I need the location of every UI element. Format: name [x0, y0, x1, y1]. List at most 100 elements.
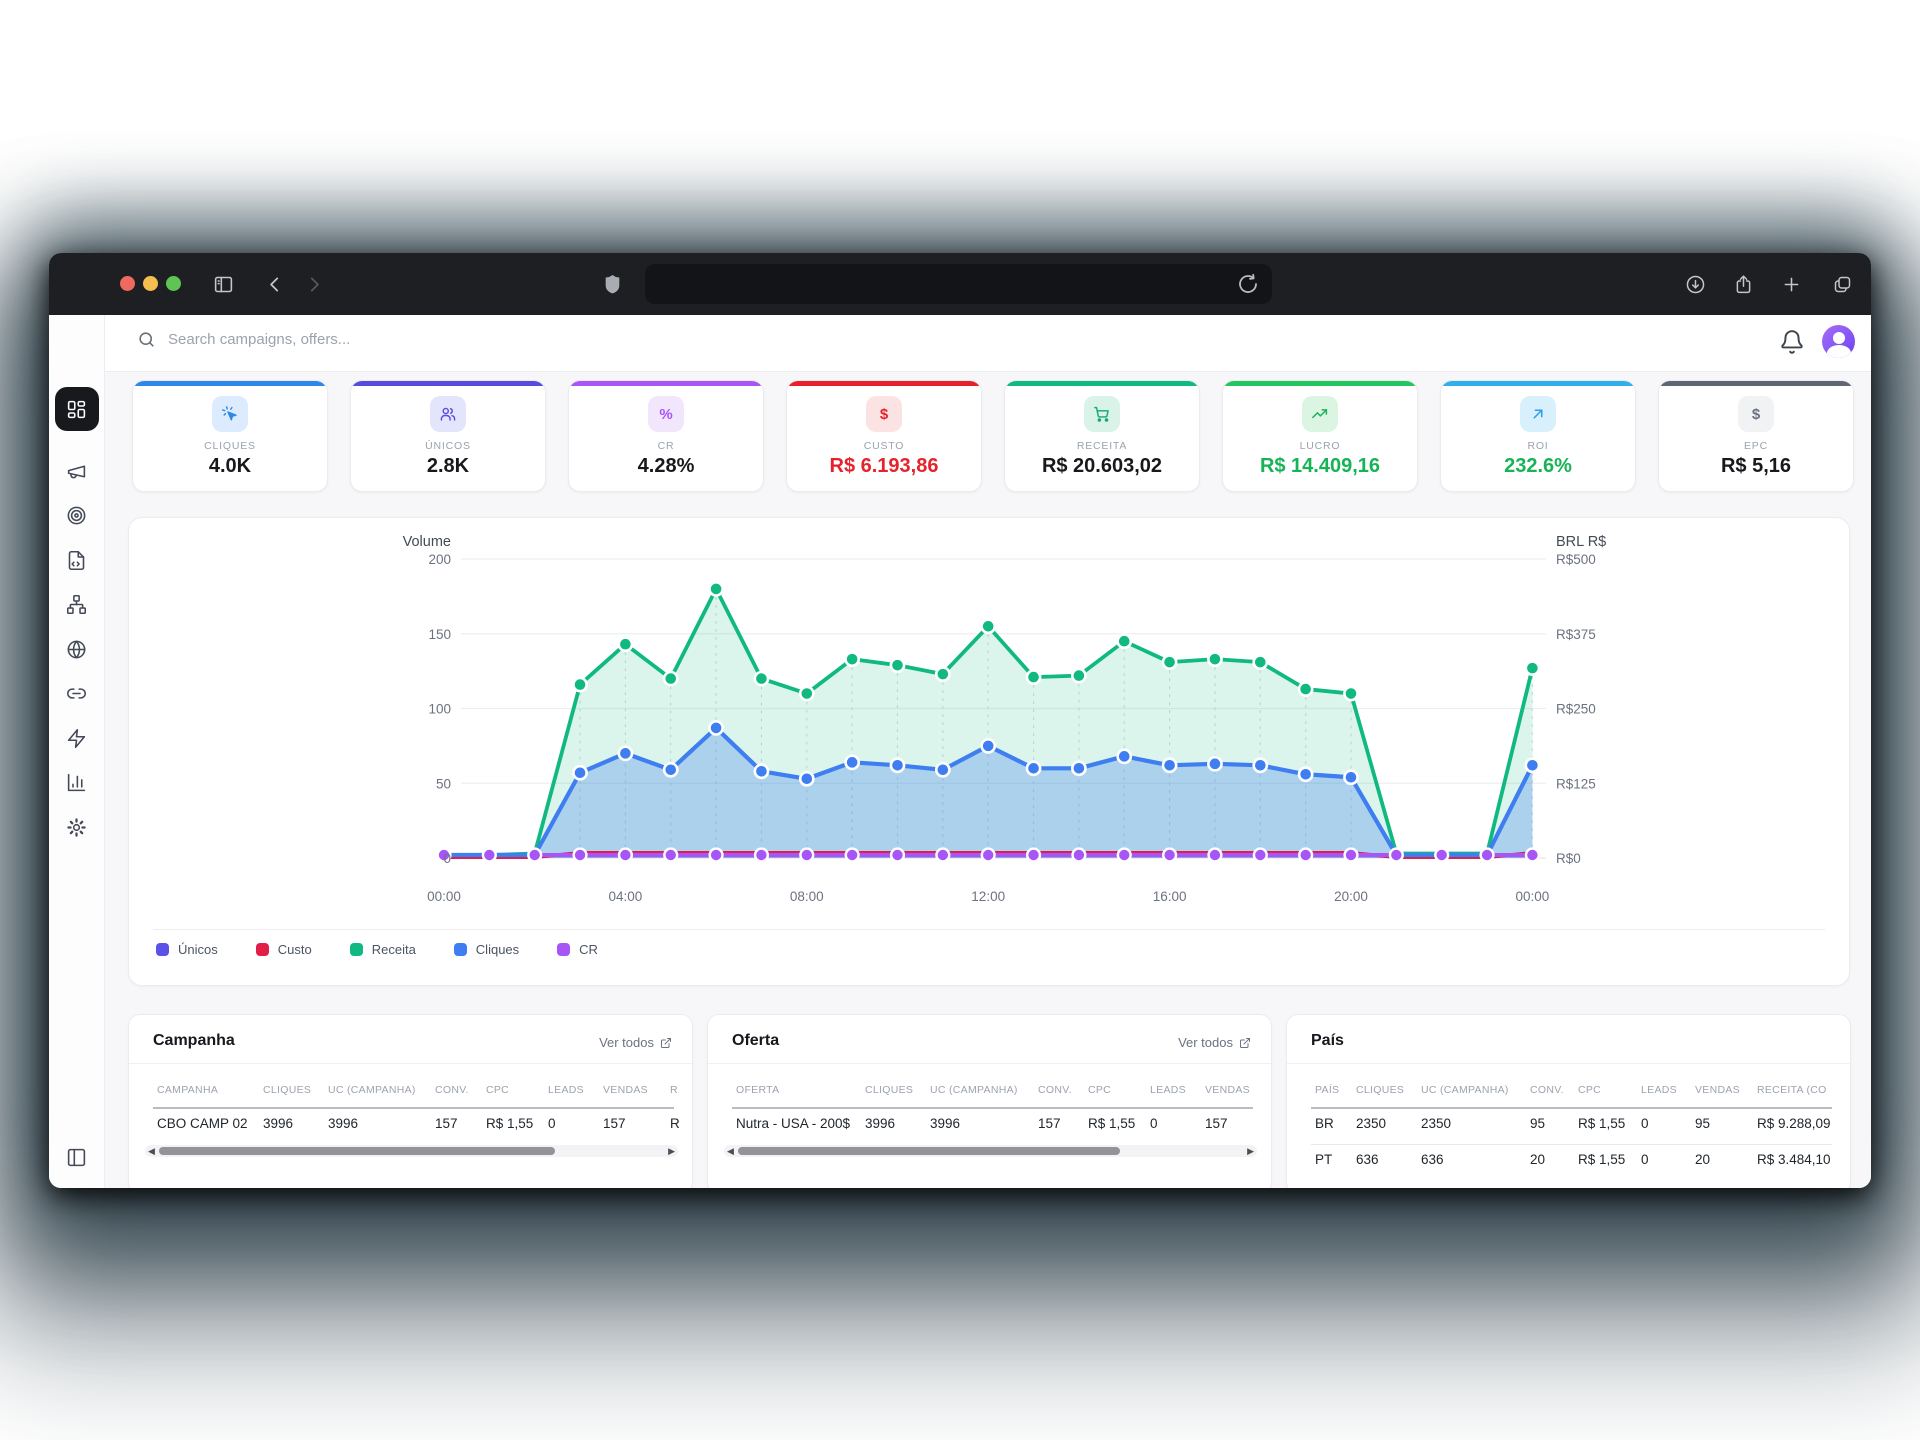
horizontal-scrollbar[interactable]: ◀ ▶ — [724, 1145, 1257, 1157]
table-cell: 95 — [1695, 1116, 1710, 1131]
sidebar-item-funnels[interactable] — [55, 583, 99, 627]
table-cell: 157 — [1038, 1116, 1061, 1131]
shield-icon[interactable] — [598, 270, 626, 298]
svg-text:00:00: 00:00 — [1516, 889, 1550, 904]
sidebar-item-campaigns[interactable] — [55, 449, 99, 493]
column-header: CPC — [486, 1084, 509, 1096]
megaphone-icon — [66, 461, 87, 482]
share-icon[interactable] — [1729, 270, 1757, 298]
table-cell: 20 — [1695, 1152, 1710, 1167]
column-header: CONV. — [1038, 1084, 1072, 1096]
svg-text:BRL R$: BRL R$ — [1556, 534, 1606, 550]
legend-swatch — [557, 943, 570, 956]
back-icon[interactable] — [261, 270, 289, 298]
table-cell: R$ 1,55 — [1088, 1116, 1135, 1131]
close-button[interactable] — [120, 276, 135, 291]
sidebar-item-domains[interactable] — [55, 627, 99, 671]
column-header: VENDAS — [1695, 1084, 1740, 1096]
kpi-value: R$ 5,16 — [1721, 455, 1791, 478]
ver-todos-link[interactable]: Ver todos — [599, 1035, 672, 1050]
layout-dashboard-icon — [66, 399, 87, 420]
table-card-oferta: Oferta Ver todos OFERTACLIQUESUC (CAMPAN… — [707, 1014, 1272, 1188]
dollar-icon: $ — [866, 396, 902, 432]
kpi-value: R$ 14.409,16 — [1260, 455, 1380, 478]
sidebar-item-dashboard[interactable] — [55, 387, 99, 431]
sidebar-item-landing-pages[interactable] — [55, 538, 99, 582]
browser-window: CLIQUES 4.0K ÚNICOS 2.8K % CR 4.28% $ CU… — [49, 253, 1871, 1188]
external-link-icon — [1239, 1037, 1251, 1049]
kpi-label: EPC — [1744, 440, 1768, 452]
search-input[interactable] — [168, 331, 588, 348]
svg-text:R$125: R$125 — [1556, 776, 1596, 791]
legend-item-custo[interactable]: Custo — [256, 942, 312, 957]
header-underline — [153, 1107, 674, 1109]
scroll-left-icon[interactable]: ◀ — [148, 1145, 155, 1157]
scrollbar-thumb[interactable] — [159, 1147, 555, 1155]
scroll-right-icon[interactable]: ▶ — [1247, 1145, 1254, 1157]
kpi-card-roi: ROI 232.6% — [1440, 380, 1636, 492]
tab-overview-icon[interactable] — [1828, 270, 1856, 298]
table-cell: R$ 1,55 — [1578, 1152, 1625, 1167]
sidebar-item-automation[interactable] — [55, 716, 99, 760]
kpi-value: R$ 6.193,86 — [830, 455, 939, 478]
column-header: CAMPANHA — [157, 1084, 218, 1096]
column-header: UC (CAMPANHA) — [328, 1084, 416, 1096]
table-cell: 3996 — [328, 1116, 358, 1131]
svg-text:200: 200 — [428, 552, 451, 567]
summary-tables: Campanha Ver todos CAMPANHACLIQUESUC (CA… — [128, 1014, 1851, 1188]
panel-left-icon — [66, 1147, 87, 1168]
bar-chart-icon — [66, 772, 87, 793]
svg-text:R$500: R$500 — [1556, 552, 1596, 567]
table-cell: 3996 — [865, 1116, 895, 1131]
kpi-accent-bar — [787, 381, 981, 386]
table-cell: 157 — [1205, 1116, 1228, 1131]
reload-icon[interactable] — [1236, 272, 1260, 296]
sidebar-item-links[interactable] — [55, 672, 99, 716]
download-icon[interactable] — [1681, 270, 1709, 298]
table-cell: 636 — [1356, 1152, 1379, 1167]
legend-swatch — [256, 943, 269, 956]
legend-item-cr[interactable]: CR — [557, 942, 598, 957]
minimize-button[interactable] — [143, 276, 158, 291]
new-tab-icon[interactable] — [1777, 270, 1805, 298]
sidebar-item-offers[interactable] — [55, 494, 99, 538]
svg-text:R$250: R$250 — [1556, 702, 1596, 717]
sidebar-item-settings[interactable] — [55, 805, 99, 849]
forward-icon[interactable] — [299, 270, 327, 298]
table-cell: R$ 1,55 — [1578, 1116, 1625, 1131]
url-bar[interactable] — [645, 264, 1272, 304]
file-code-icon — [66, 550, 87, 571]
legend-label: Custo — [278, 942, 312, 957]
sidebar-item-collapse-panel[interactable] — [55, 1135, 99, 1179]
legend-item-únicos[interactable]: Únicos — [156, 942, 218, 957]
svg-text:R$375: R$375 — [1556, 627, 1596, 642]
kpi-value: R$ 20.603,02 — [1042, 455, 1162, 478]
legend-item-cliques[interactable]: Cliques — [454, 942, 519, 957]
svg-text:100: 100 — [428, 702, 451, 717]
network-icon — [66, 594, 87, 615]
table-cell: R — [670, 1116, 680, 1131]
gear-icon — [66, 817, 87, 838]
scrollbar-thumb[interactable] — [738, 1147, 1120, 1155]
toolbar-sidebar-toggle-icon[interactable] — [158, 270, 186, 298]
legend-label: Únicos — [178, 942, 218, 957]
table-cell: R$ 1,55 — [486, 1116, 533, 1131]
svg-text:16:00: 16:00 — [1153, 889, 1187, 904]
row-divider — [1311, 1144, 1832, 1145]
scroll-right-icon[interactable]: ▶ — [668, 1145, 675, 1157]
ver-todos-link[interactable]: Ver todos — [1178, 1035, 1251, 1050]
sidebar-item-reports[interactable] — [55, 761, 99, 805]
scroll-left-icon[interactable]: ◀ — [727, 1145, 734, 1157]
legend-item-receita[interactable]: Receita — [350, 942, 416, 957]
table-cell: R$ 3.484,10 — [1757, 1152, 1831, 1167]
kpi-label: RECEITA — [1077, 440, 1127, 452]
traffic-chart: VolumeBRL R$050100150200R$0R$125R$250R$3… — [129, 518, 1851, 987]
column-header: VENDAS — [1205, 1084, 1250, 1096]
table-cell: CBO CAMP 02 — [157, 1116, 248, 1131]
bell-icon[interactable] — [1779, 329, 1805, 355]
table-cell: 0 — [1641, 1152, 1649, 1167]
avatar[interactable] — [1822, 325, 1855, 358]
kpi-card-cr: % CR 4.28% — [568, 380, 764, 492]
column-header: CLIQUES — [865, 1084, 913, 1096]
horizontal-scrollbar[interactable]: ◀ ▶ — [145, 1145, 678, 1157]
